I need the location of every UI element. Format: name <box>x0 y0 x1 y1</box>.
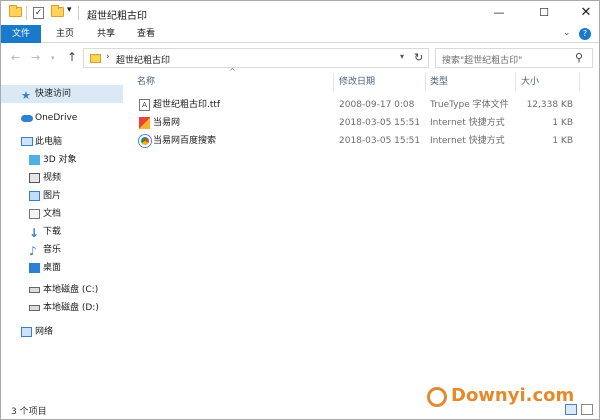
sidebar-item-this-pc[interactable]: 此电脑 <box>1 133 123 151</box>
sidebar-item-network[interactable]: 网络 <box>1 323 123 341</box>
details-view-icon[interactable] <box>565 404 577 415</box>
column-divider[interactable] <box>333 73 334 91</box>
file-type: Internet 快捷方式 <box>430 136 505 146</box>
sidebar-item-drive-c[interactable]: 本地磁盘 (C:) <box>1 281 123 299</box>
window-title: 超世纪粗古印 <box>87 11 147 22</box>
file-name: 当易网百度搜索 <box>153 136 217 146</box>
toolbar-divider <box>26 6 27 20</box>
file-date: 2018-03-05 15:51 <box>339 136 421 146</box>
star-icon: ★ <box>21 89 31 102</box>
drive-icon <box>29 287 40 293</box>
help-icon[interactable]: ? <box>579 28 591 40</box>
forward-button[interactable]: → <box>31 51 40 64</box>
sidebar-item-pictures[interactable]: 图片 <box>1 187 123 205</box>
cloud-icon <box>21 115 33 122</box>
picture-icon <box>29 191 40 201</box>
file-name: 当易网 <box>153 118 181 128</box>
toolbar-divider <box>78 6 79 20</box>
internet-shortcut-icon <box>139 117 150 129</box>
file-type: Internet 快捷方式 <box>430 118 505 128</box>
file-date: 2008-09-17 0:08 <box>339 100 415 110</box>
chevron-right-icon[interactable]: › <box>106 52 110 62</box>
file-name: 超世纪粗古印.ttf <box>153 100 221 110</box>
title-bar: ✓ ▾ 超世纪粗古印 — ☐ ✕ <box>1 1 599 25</box>
column-divider[interactable] <box>425 73 426 91</box>
column-header-name[interactable]: 名称 <box>137 73 155 91</box>
large-icons-view-icon[interactable] <box>581 404 593 415</box>
maximize-button[interactable]: ☐ <box>524 1 564 25</box>
tab-file[interactable]: 文件 <box>1 25 41 43</box>
close-button[interactable]: ✕ <box>566 1 600 25</box>
sidebar-item-music[interactable]: ♪ 音乐 <box>1 241 123 259</box>
minimize-button[interactable]: — <box>479 1 519 25</box>
font-file-icon: A <box>139 99 150 111</box>
sort-ascending-icon: ^ <box>229 67 236 76</box>
file-date: 2018-03-05 15:51 <box>339 118 421 128</box>
column-divider[interactable] <box>515 73 516 91</box>
column-divider[interactable] <box>579 73 580 91</box>
column-header-date[interactable]: 修改日期 <box>339 73 375 91</box>
sidebar-item-quick-access[interactable]: ★ 快速访问 <box>1 85 123 103</box>
tab-home[interactable]: 主页 <box>47 25 83 43</box>
sidebar-item-3d-objects[interactable]: 3D 对象 <box>1 151 123 169</box>
expand-ribbon-icon[interactable]: ⌄ <box>563 28 571 38</box>
search-input[interactable]: 搜索"超世纪粗古印" ⚲ <box>435 48 593 68</box>
cube-icon <box>29 155 40 165</box>
file-row[interactable]: 当易网百度搜索 2018-03-05 15:51 Internet 快捷方式 1… <box>133 132 583 150</box>
address-dropdown-icon[interactable]: ▾ <box>400 52 404 61</box>
new-folder-icon[interactable] <box>51 5 64 17</box>
sidebar-item-documents[interactable]: 文档 <box>1 205 123 223</box>
sidebar-item-onedrive[interactable]: OneDrive <box>1 109 123 127</box>
document-icon <box>29 209 40 219</box>
quick-access-dropdown-icon[interactable]: ▾ <box>67 5 72 17</box>
navigation-bar: ← → ▾ ↑ › 超世纪粗古印 ▾ ↻ 搜索"超世纪粗古印" ⚲ <box>1 44 599 72</box>
drive-icon <box>29 305 40 311</box>
chrome-shortcut-icon <box>139 135 151 147</box>
file-size: 12,338 KB <box>526 100 573 110</box>
network-icon <box>21 327 32 337</box>
video-icon <box>29 173 40 183</box>
download-icon: ↓ <box>29 226 40 240</box>
status-bar: 3 个项目 <box>1 401 599 419</box>
file-row[interactable]: 当易网 2018-03-05 15:51 Internet 快捷方式 1 KB <box>133 114 583 132</box>
column-header-type[interactable]: 类型 <box>430 73 448 91</box>
column-header-size[interactable]: 大小 <box>521 73 539 91</box>
properties-icon[interactable]: ✓ <box>33 7 44 19</box>
explorer-window: ✓ ▾ 超世纪粗古印 — ☐ ✕ 文件 主页 共享 查看 ⌄ ? ← → ▾ ↑… <box>0 0 600 420</box>
search-icon[interactable]: ⚲ <box>575 51 583 64</box>
back-button[interactable]: ← <box>11 51 20 64</box>
refresh-icon[interactable]: ↻ <box>414 51 423 64</box>
music-icon: ♪ <box>29 244 37 258</box>
file-row[interactable]: A 超世纪粗古印.ttf 2008-09-17 0:08 TrueType 字体… <box>133 96 583 114</box>
ribbon-tabs: 文件 主页 共享 查看 ⌄ ? <box>1 25 599 43</box>
folder-icon <box>90 54 101 63</box>
sidebar-item-videos[interactable]: 视频 <box>1 169 123 187</box>
item-count: 3 个项目 <box>11 407 47 417</box>
desktop-icon <box>29 263 40 273</box>
tab-share[interactable]: 共享 <box>89 25 123 43</box>
sidebar-item-drive-d[interactable]: 本地磁盘 (D:) <box>1 299 123 317</box>
tab-view[interactable]: 查看 <box>129 25 163 43</box>
file-type: TrueType 字体文件 <box>430 100 509 110</box>
recent-locations-button[interactable]: ▾ <box>51 54 55 62</box>
address-bar[interactable]: › 超世纪粗古印 ▾ ↻ <box>83 48 429 68</box>
sidebar-item-desktop[interactable]: 桌面 <box>1 259 123 277</box>
search-placeholder: 搜索"超世纪粗古印" <box>442 56 523 66</box>
computer-icon <box>21 137 33 146</box>
file-size: 1 KB <box>552 118 573 128</box>
address-path[interactable]: 超世纪粗古印 <box>116 53 170 66</box>
navigation-pane: ★ 快速访问 OneDrive 此电脑 3D 对象 视频 图片 文档 ↓ 下载 … <box>1 75 123 395</box>
folder-icon <box>9 5 22 17</box>
file-size: 1 KB <box>552 136 573 146</box>
sidebar-item-downloads[interactable]: ↓ 下载 <box>1 223 123 241</box>
up-button[interactable]: ↑ <box>67 50 77 64</box>
